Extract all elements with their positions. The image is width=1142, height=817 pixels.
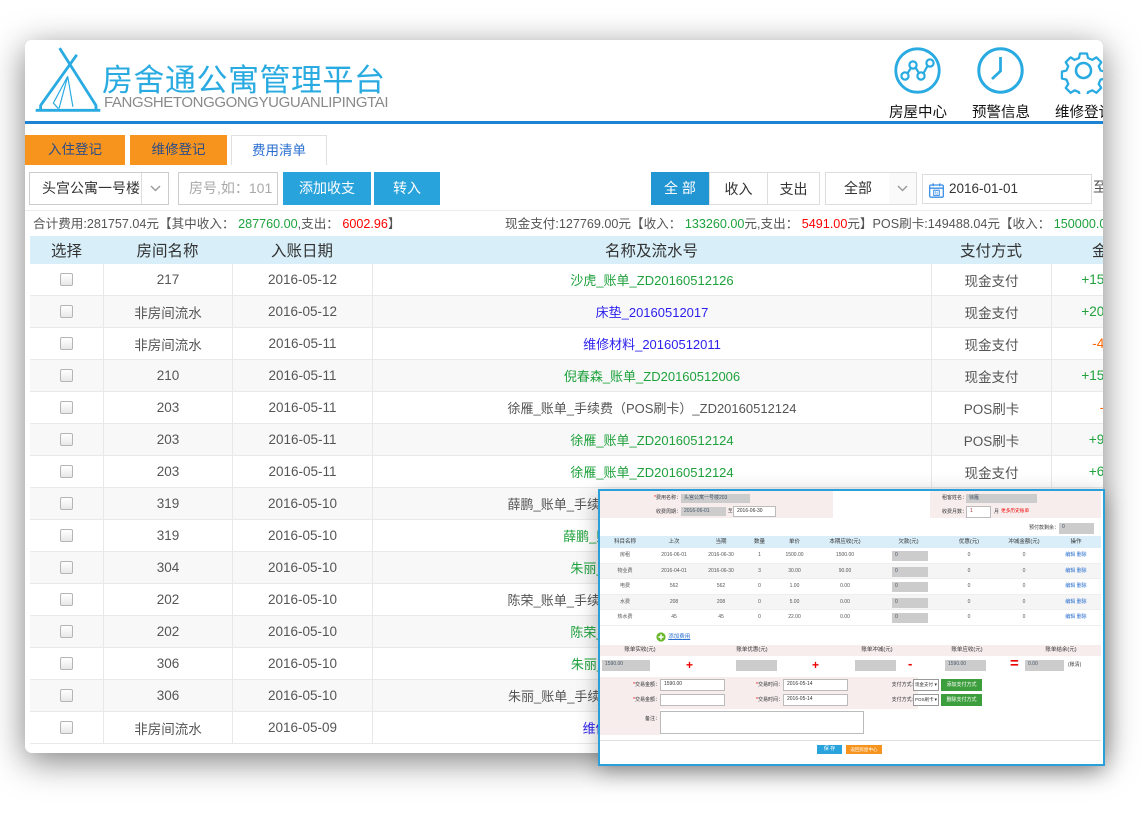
svg-text:6: 6 bbox=[935, 191, 938, 197]
